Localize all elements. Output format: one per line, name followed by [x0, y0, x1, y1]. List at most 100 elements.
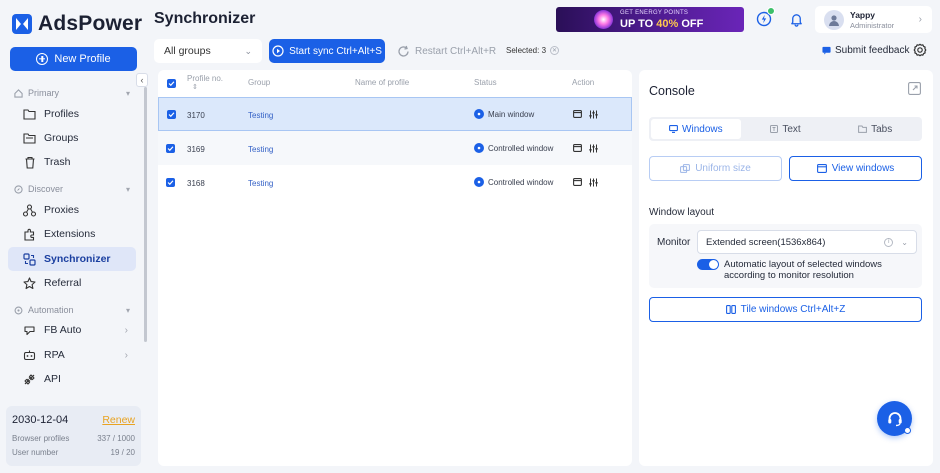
user-name: Yappy	[850, 9, 876, 20]
status-label: Main window	[488, 109, 535, 119]
check-icon	[167, 146, 174, 152]
auto-layout-label: Automatic layout of selected windows acc…	[724, 259, 882, 281]
chevron-down-icon: ⌄	[901, 237, 908, 247]
sidebar-scrollbar[interactable]	[144, 87, 147, 342]
row-checkbox[interactable]	[166, 144, 175, 153]
automation-icon	[14, 306, 23, 314]
selected-count-label: Selected: 3	[506, 46, 547, 55]
uniform-size-button[interactable]: Uniform size	[649, 156, 782, 181]
banner-line2: UP TO 40% OFF	[620, 18, 704, 30]
support-status-dot	[904, 427, 911, 434]
info-icon[interactable]: i	[884, 237, 894, 247]
monitor-select[interactable]: Extended screen(1536x864) i ⌄	[697, 230, 917, 254]
folders-icon	[23, 132, 36, 145]
auto-layout-toggle[interactable]	[697, 259, 719, 270]
select-all-checkbox[interactable]	[167, 79, 176, 88]
logo[interactable]: AdsPower	[12, 12, 142, 36]
groups-select[interactable]: All groups ⌄	[154, 39, 262, 63]
col-profile-no[interactable]: Profile no.	[187, 74, 223, 83]
sidebar-item-referral[interactable]: Referral	[8, 271, 136, 295]
home-icon	[14, 88, 23, 98]
sidebar-item-label: Extensions	[44, 228, 96, 240]
energy-orb-icon	[594, 10, 613, 29]
renew-link[interactable]: Renew	[102, 414, 135, 426]
tab-text[interactable]: Text	[741, 119, 831, 139]
window-icon[interactable]	[573, 144, 582, 152]
fb-auto-icon	[23, 324, 36, 337]
sidebar-item-label: Groups	[44, 132, 79, 144]
row-checkbox[interactable]	[166, 178, 175, 187]
star-icon	[23, 276, 36, 290]
row-checkbox[interactable]	[167, 110, 176, 119]
sidebar-item-proxies[interactable]: Proxies	[8, 198, 136, 222]
col-action: Action	[572, 78, 595, 87]
new-profile-button[interactable]: New Profile	[10, 47, 137, 71]
user-menu[interactable]: Yappy Administrator ›	[815, 6, 932, 33]
collapse-sidebar-button[interactable]: ‹	[136, 73, 148, 87]
tab-windows[interactable]: Windows	[651, 119, 741, 139]
section-primary-label: Primary	[28, 88, 59, 98]
tile-windows-button[interactable]: Tile windows Ctrl+Alt+Z	[649, 297, 922, 322]
tab-tabs[interactable]: Tabs	[830, 119, 920, 139]
monitor-icon	[669, 125, 678, 133]
profiles-table: Profile no. ⇕ Group Name of profile Stat…	[158, 70, 632, 466]
window-icon[interactable]	[573, 178, 582, 186]
tile-windows-label: Tile windows Ctrl+Alt+Z	[740, 304, 846, 315]
sliders-icon[interactable]	[589, 144, 598, 153]
sidebar-item-profiles[interactable]: Profiles	[8, 102, 136, 126]
logo-text: AdsPower	[38, 12, 143, 35]
section-discover-label: Discover	[28, 184, 64, 194]
sidebar-item-groups[interactable]: Groups	[8, 126, 136, 150]
sidebar-item-rpa[interactable]: RPA ›	[8, 343, 136, 367]
chrome-status-icon	[474, 109, 484, 119]
feedback-icon	[822, 46, 831, 55]
table-row[interactable]: 3170 Testing Main window	[158, 97, 632, 131]
new-profile-label: New Profile	[54, 53, 111, 65]
avatar	[824, 9, 844, 30]
notifications-button[interactable]	[786, 9, 806, 29]
sidebar-item-label: Synchronizer	[44, 253, 111, 265]
user-number-label: User number	[12, 448, 59, 457]
table-row[interactable]: 3169 Testing Controlled window	[158, 131, 632, 165]
start-sync-button[interactable]: Start sync Ctrl+Alt+S	[269, 39, 385, 63]
tab-tabs-label: Tabs	[871, 123, 893, 135]
trash-icon	[23, 156, 36, 169]
sidebar-item-extensions[interactable]: Extensions	[8, 222, 136, 246]
sidebar-item-synchronizer[interactable]: Synchronizer	[8, 247, 136, 271]
banner-line1: GET ENERGY POINTS	[620, 10, 689, 16]
expand-console-button[interactable]	[908, 82, 921, 98]
view-windows-button[interactable]: View windows	[789, 156, 922, 181]
sidebar-item-fb-auto[interactable]: FB Auto ›	[8, 318, 136, 342]
row-actions	[573, 110, 598, 119]
group-name: Testing	[248, 179, 274, 188]
expand-icon	[908, 82, 921, 95]
section-primary[interactable]: Primary ▾	[14, 88, 130, 98]
clear-selection-icon[interactable]: ✕	[550, 46, 560, 55]
plan-card: 2030-12-04 Renew Browser profiles 337 / …	[6, 406, 141, 466]
table-row[interactable]: 3168 Testing Controlled window	[158, 165, 632, 199]
plus-icon	[36, 53, 49, 65]
sidebar-item-trash[interactable]: Trash	[8, 150, 136, 174]
energy-button[interactable]	[754, 7, 775, 29]
promo-banner[interactable]: GET ENERGY POINTS UP TO 40% OFF	[556, 7, 744, 32]
window-icon[interactable]	[573, 110, 582, 118]
submit-feedback-link[interactable]: Submit feedback	[822, 45, 910, 56]
restart-button[interactable]: Restart Ctrl+Alt+R	[392, 39, 500, 63]
sidebar-item-label: Proxies	[44, 204, 80, 216]
check-icon	[167, 180, 174, 186]
sidebar-item-api[interactable]: API	[8, 367, 136, 391]
tab-text-label: Text	[782, 123, 801, 135]
rpa-icon	[23, 349, 36, 362]
sort-icon[interactable]: ⇕	[192, 83, 198, 91]
window-layout-heading: Window layout	[649, 207, 715, 218]
monitor-label: Monitor	[657, 237, 691, 248]
section-discover[interactable]: Discover ▾	[14, 184, 130, 194]
col-group: Group	[248, 78, 271, 87]
console-title: Console	[649, 84, 695, 98]
sliders-icon[interactable]	[589, 178, 598, 187]
col-status: Status	[474, 78, 497, 87]
sliders-icon[interactable]	[589, 110, 598, 119]
gear-icon	[913, 43, 927, 57]
section-automation[interactable]: Automation ▾	[14, 305, 130, 315]
settings-button[interactable]	[912, 42, 928, 61]
